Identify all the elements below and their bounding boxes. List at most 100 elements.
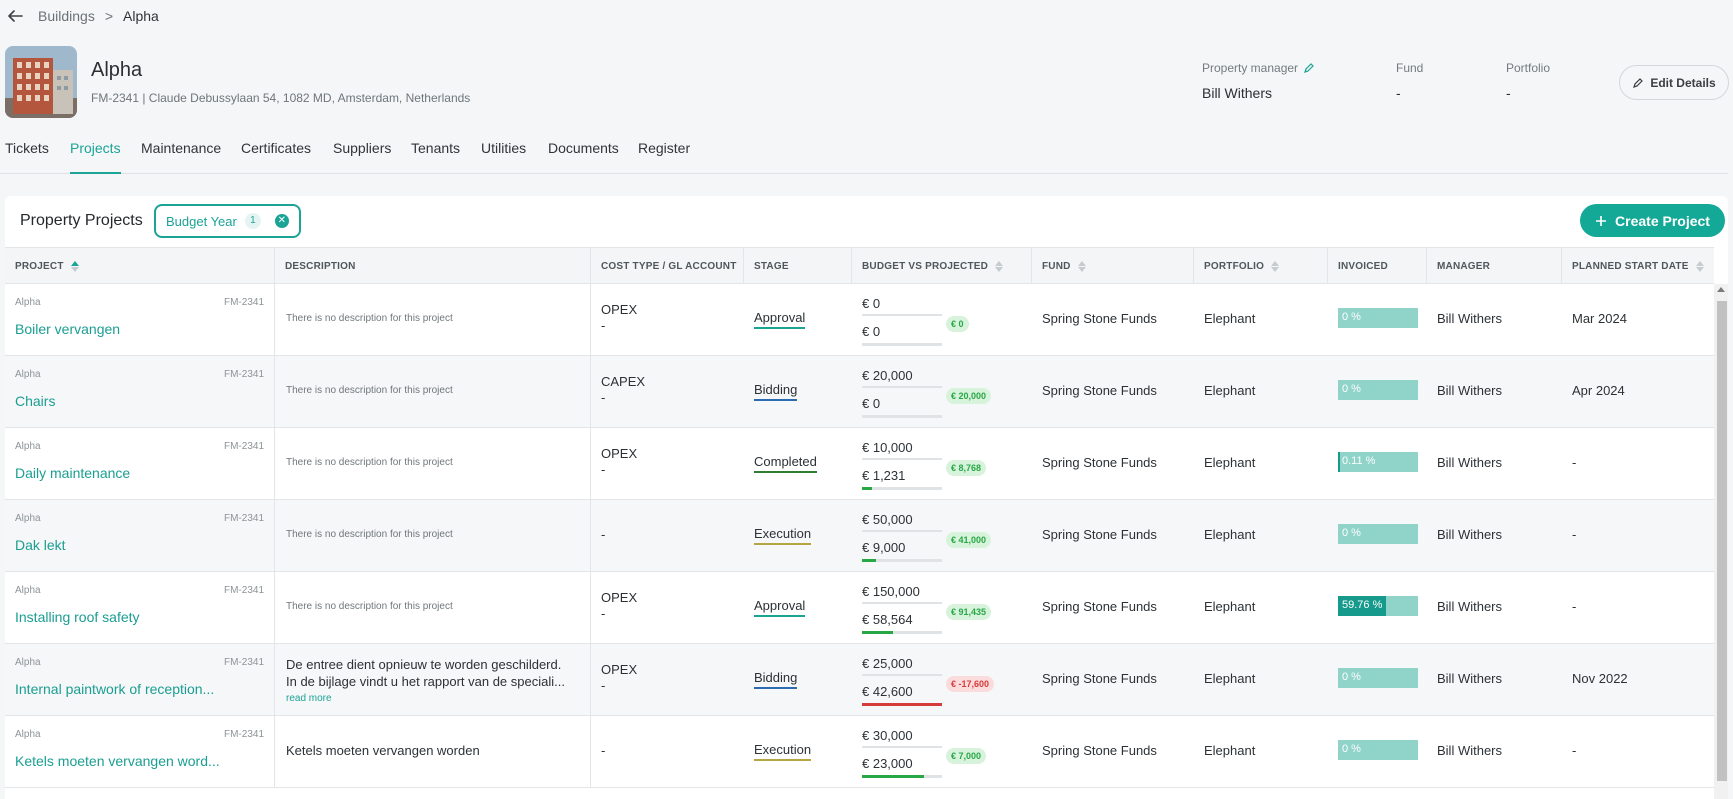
portfolio-value: Elephant — [1204, 311, 1256, 326]
budget-difference-badge: € 20,000 — [946, 388, 992, 404]
table-row[interactable]: Alpha FM-2341 Dak lekt There is no descript… — [5, 500, 1714, 572]
building-address: FM-2341 | Claude Debussylaan 54, 1082 MD… — [91, 91, 471, 105]
tab-projects[interactable]: Projects — [70, 140, 121, 174]
table-row[interactable]: Alpha FM-2341 Installing roof safety There … — [5, 572, 1714, 644]
table-row[interactable]: Alpha FM-2341 Internal paintwork of recept… — [5, 644, 1714, 716]
gl-account-value: - — [601, 678, 606, 693]
scroll-up-arrow-icon[interactable] — [1717, 287, 1725, 292]
project-description: Ketels moeten vervangen worden — [286, 743, 480, 758]
column-header-stage: STAGE — [744, 248, 852, 285]
project-name-link[interactable]: Dak lekt — [15, 537, 255, 553]
portfolio-value: Elephant — [1204, 455, 1256, 470]
project-code: FM-2341 — [223, 585, 264, 596]
manager-value: Bill Withers — [1437, 311, 1503, 326]
budget-value: € 10,000 — [862, 440, 942, 460]
table-row[interactable]: Alpha FM-2341 Ketels moeten vervangen word… — [5, 716, 1714, 788]
project-building: Alpha — [15, 657, 41, 668]
tab-documents[interactable]: Documents — [548, 140, 619, 174]
project-name-link[interactable]: Chairs — [15, 393, 255, 409]
description-cell: There is no description for this project — [275, 500, 591, 572]
planned-start-value: Nov 2022 — [1572, 671, 1628, 686]
description-cell: There is no description for this project — [275, 284, 591, 356]
description-cell: Ketels moeten vervangen worden — [275, 716, 591, 788]
gl-account-value: - — [601, 462, 606, 477]
budget-year-filter-chip[interactable]: Budget Year 1 ✕ — [154, 204, 301, 238]
tab-bar: Tickets Projects Maintenance Certificate… — [0, 135, 1728, 174]
scrollbar[interactable] — [1714, 284, 1728, 799]
table-row[interactable]: Alpha FM-2341 Boiler vervangen There is no … — [5, 284, 1714, 356]
fund-value: Spring Stone Funds — [1042, 599, 1157, 614]
invoiced-progress-bar: 0 % — [1338, 380, 1418, 400]
gl-account-value: - — [601, 390, 606, 405]
project-cell: Alpha FM-2341 Dak lekt — [5, 500, 275, 572]
tab-maintenance[interactable]: Maintenance — [141, 140, 221, 174]
column-header-fund[interactable]: FUND — [1032, 248, 1194, 285]
create-project-button[interactable]: Create Project — [1580, 204, 1725, 237]
pencil-icon[interactable] — [1303, 62, 1315, 74]
project-description: De entree dient opnieuw te worden geschi… — [286, 656, 576, 707]
manager-value: Bill Withers — [1437, 599, 1503, 614]
column-header-budget[interactable]: BUDGET VS PROJECTED — [852, 248, 1032, 285]
project-building: Alpha — [15, 297, 41, 308]
budget-value: € 0 — [862, 296, 942, 316]
project-code: FM-2341 — [223, 369, 264, 380]
scrollbar-thumb[interactable] — [1717, 301, 1727, 781]
column-header-invoiced: INVOICED — [1328, 248, 1427, 285]
read-more-link[interactable]: read more — [286, 690, 576, 707]
back-arrow-icon[interactable] — [6, 7, 24, 25]
tab-register[interactable]: Register — [638, 140, 690, 174]
fund-value: Spring Stone Funds — [1042, 527, 1157, 542]
filter-label: Budget Year — [166, 213, 237, 229]
table-row[interactable]: Alpha FM-2341 Daily maintenance There is no… — [5, 428, 1714, 500]
manager-value: Bill Withers — [1437, 383, 1503, 398]
tab-tickets[interactable]: Tickets — [5, 140, 49, 174]
edit-details-button[interactable]: Edit Details — [1619, 65, 1729, 100]
manager-value: Bill Withers — [1437, 743, 1503, 758]
projects-card: Property Projects Budget Year 1 ✕ Create… — [5, 196, 1728, 799]
project-name-link[interactable]: Daily maintenance — [15, 465, 255, 481]
description-cell: There is no description for this project — [275, 428, 591, 500]
project-name-link[interactable]: Boiler vervangen — [15, 321, 255, 337]
property-manager-block: Property manager Bill Withers — [1202, 61, 1315, 101]
breadcrumb-buildings-link[interactable]: Buildings — [38, 8, 95, 24]
breadcrumb-separator: > — [104, 8, 114, 24]
invoiced-progress-bar: 0 % — [1338, 668, 1418, 688]
column-header-portfolio[interactable]: PORTFOLIO — [1194, 248, 1328, 285]
project-description: There is no description for this project — [286, 457, 453, 468]
column-header-cost-type: COST TYPE / GL ACCOUNT — [591, 248, 744, 285]
stage-label: Execution — [754, 742, 812, 761]
project-name-link[interactable]: Ketels moeten vervangen word... — [15, 753, 255, 769]
projected-value: € 0 — [862, 396, 881, 411]
tab-utilities[interactable]: Utilities — [481, 140, 526, 174]
projected-value: € 23,000 — [862, 756, 913, 771]
cost-type-value: OPEX — [601, 446, 638, 461]
column-header-planned-start[interactable]: PLANNED START DATE — [1562, 248, 1714, 285]
building-thumbnail — [5, 46, 77, 118]
portfolio-value: - — [1506, 85, 1511, 101]
table-row[interactable]: Alpha FM-2341 Chairs There is no descriptio… — [5, 356, 1714, 428]
project-building: Alpha — [15, 513, 41, 524]
project-name-link[interactable]: Internal paintwork of reception... — [15, 681, 255, 697]
project-cell: Alpha FM-2341 Installing roof safety — [5, 572, 275, 644]
tab-certificates[interactable]: Certificates — [241, 140, 311, 174]
project-code: FM-2341 — [223, 297, 264, 308]
property-manager-label: Property manager — [1202, 61, 1299, 75]
column-header-project[interactable]: PROJECT — [5, 248, 275, 285]
stage-label: Execution — [754, 526, 812, 545]
project-code: FM-2341 — [223, 513, 264, 524]
tab-suppliers[interactable]: Suppliers — [333, 140, 391, 174]
table-header: PROJECT DESCRIPTION COST TYPE / GL ACCOU… — [5, 247, 1714, 285]
cost-type: CAPEX - — [601, 374, 645, 406]
invoiced-progress-bar: 59.76 % — [1338, 596, 1418, 616]
budget-difference-badge: € 91,435 — [946, 604, 992, 620]
fund-value: Spring Stone Funds — [1042, 455, 1157, 470]
cost-type: OPEX - — [601, 662, 637, 694]
planned-start-value: - — [1572, 455, 1577, 470]
fund-value: Spring Stone Funds — [1042, 743, 1157, 758]
manager-value: Bill Withers — [1437, 671, 1503, 686]
project-description: There is no description for this project — [286, 313, 453, 324]
create-project-label: Create Project — [1615, 212, 1710, 229]
clear-filter-icon[interactable]: ✕ — [274, 214, 289, 228]
tab-tenants[interactable]: Tenants — [411, 140, 460, 174]
project-name-link[interactable]: Installing roof safety — [15, 609, 255, 625]
